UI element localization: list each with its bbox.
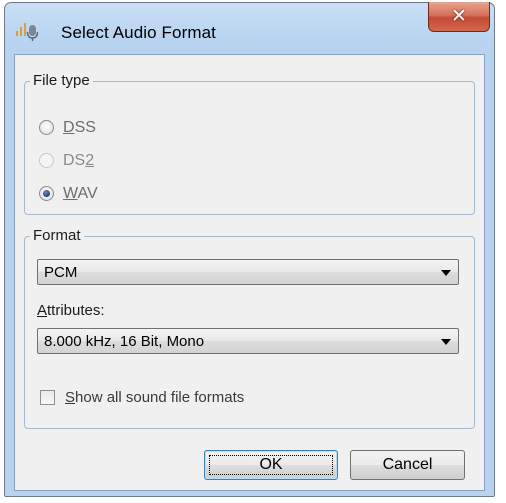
radio-wav-label: WAV [63, 185, 98, 202]
attributes-label: Attributes: [37, 302, 105, 319]
dialog-window: Select Audio Format ✕ File type DSS DS2 … [4, 2, 495, 497]
cancel-button[interactable]: Cancel [350, 450, 465, 480]
cancel-button-label: Cancel [382, 456, 433, 473]
dialog-client-area: File type DSS DS2 WAV Format PCM Attribu… [14, 54, 485, 491]
ok-button[interactable]: OK [204, 450, 338, 480]
radio-wav-button[interactable] [39, 186, 54, 201]
title-bar[interactable]: Select Audio Format ✕ [5, 2, 494, 59]
show-all-formats-label: Show all sound file formats [65, 389, 245, 406]
show-all-formats-checkbox[interactable] [40, 390, 55, 405]
radio-ds2-label: DS2 [63, 152, 95, 169]
radio-ds2-button [39, 153, 54, 168]
show-all-formats-option[interactable]: Show all sound file formats [40, 389, 340, 409]
attributes-dropdown-value: 8.000 kHz, 16 Bit, Mono [44, 333, 205, 350]
codec-dropdown-value: PCM [44, 264, 78, 281]
focus-ring [209, 455, 333, 475]
format-group: Format PCM Attributes: 8.000 kHz, 16 Bit… [24, 227, 475, 429]
radio-dss-button[interactable] [39, 120, 54, 135]
audio-mic-icon [16, 23, 39, 41]
radio-selected-dot [43, 190, 50, 197]
chevron-down-icon [441, 270, 451, 276]
file-type-legend: File type [30, 72, 93, 89]
close-button[interactable]: ✕ [428, 2, 490, 32]
file-type-group: File type DSS DS2 WAV [24, 72, 475, 215]
close-icon: ✕ [451, 6, 467, 27]
window-title: Select Audio Format [61, 23, 216, 42]
radio-dss-label: DSS [63, 119, 96, 136]
format-legend: Format [30, 227, 84, 244]
attributes-dropdown[interactable]: 8.000 kHz, 16 Bit, Mono [37, 328, 459, 354]
chevron-down-icon [441, 339, 451, 345]
codec-dropdown[interactable]: PCM [37, 259, 459, 285]
